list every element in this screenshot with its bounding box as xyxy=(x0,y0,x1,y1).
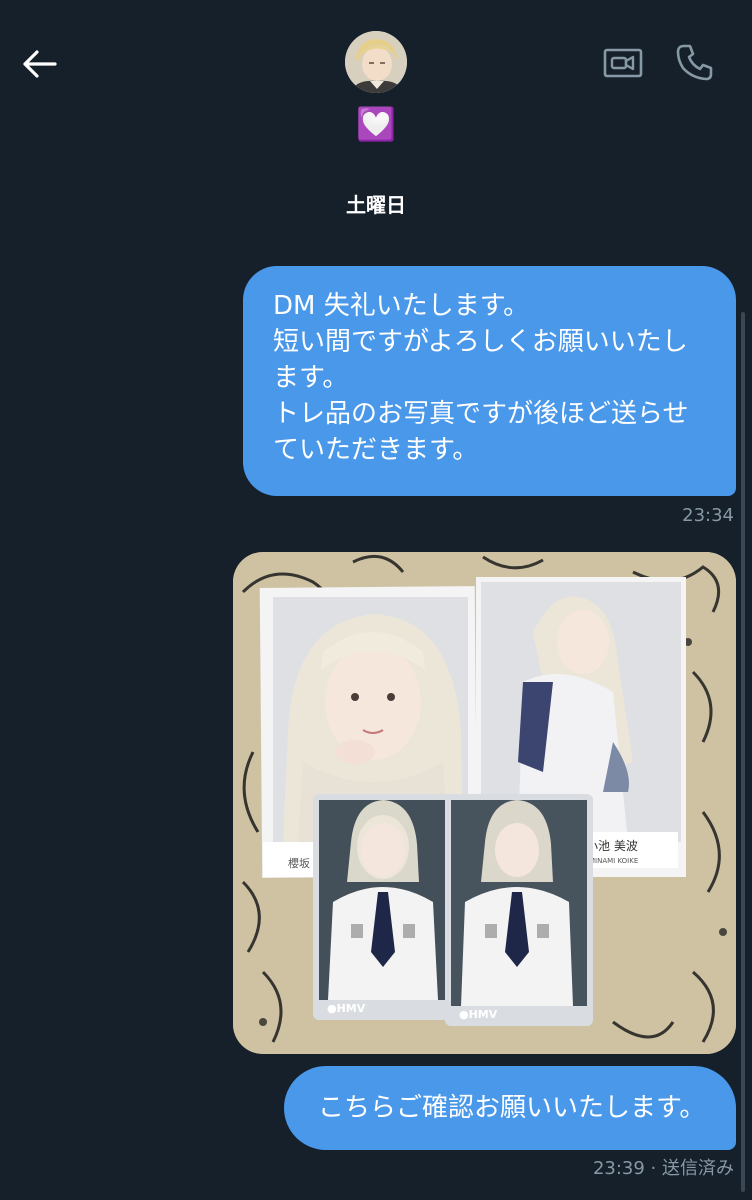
message-line: ます。 xyxy=(273,363,349,393)
voice-call-button[interactable] xyxy=(670,38,720,88)
date-separator: 土曜日 xyxy=(346,193,406,217)
brand-logo: ●HMV xyxy=(459,1008,498,1021)
avatar[interactable] xyxy=(345,31,407,93)
photo-image: 櫻坂 小池 美波 MINAMI KOIKE ●HMV ●HMV xyxy=(233,552,736,1054)
message-bubble[interactable]: こちらご確認お願いいたします。 xyxy=(284,1066,736,1150)
message-timestamp-status: 23:39 · 送信済み xyxy=(592,1158,734,1179)
arrow-left-icon xyxy=(23,50,57,78)
brand-logo: ●HMV xyxy=(327,1002,366,1015)
display-name[interactable]: 💟 xyxy=(352,104,400,144)
scrollbar[interactable] xyxy=(741,312,745,1192)
video-call-icon xyxy=(603,48,643,78)
message-line: ていただきます。 xyxy=(273,435,479,465)
name-card-text: 小池 美波 xyxy=(586,839,638,853)
avatar-image xyxy=(345,31,407,93)
message-timestamp: 23:34 xyxy=(682,505,734,526)
conversation-header: 💟 xyxy=(0,0,752,160)
back-button[interactable] xyxy=(18,42,62,86)
message-photo[interactable]: 櫻坂 小池 美波 MINAMI KOIKE ●HMV ●HMV xyxy=(233,552,736,1054)
message-bubble[interactable]: DM 失礼いたします。 短い間ですがよろしくお願いいたし ます。 トレ品のお写真… xyxy=(243,266,736,496)
left-card-label: 櫻坂 xyxy=(288,856,310,870)
message-text: こちらご確認お願いいたします。 xyxy=(318,1093,706,1123)
message-line: DM 失礼いたします。 xyxy=(273,291,530,321)
message-line: 短い間ですがよろしくお願いいたし xyxy=(273,327,688,357)
phone-icon xyxy=(676,44,713,81)
name-card-romaji: MINAMI KOIKE xyxy=(589,857,638,865)
message-line: トレ品のお写真ですが後ほど送らせ xyxy=(273,399,689,429)
video-call-button[interactable] xyxy=(598,40,648,86)
